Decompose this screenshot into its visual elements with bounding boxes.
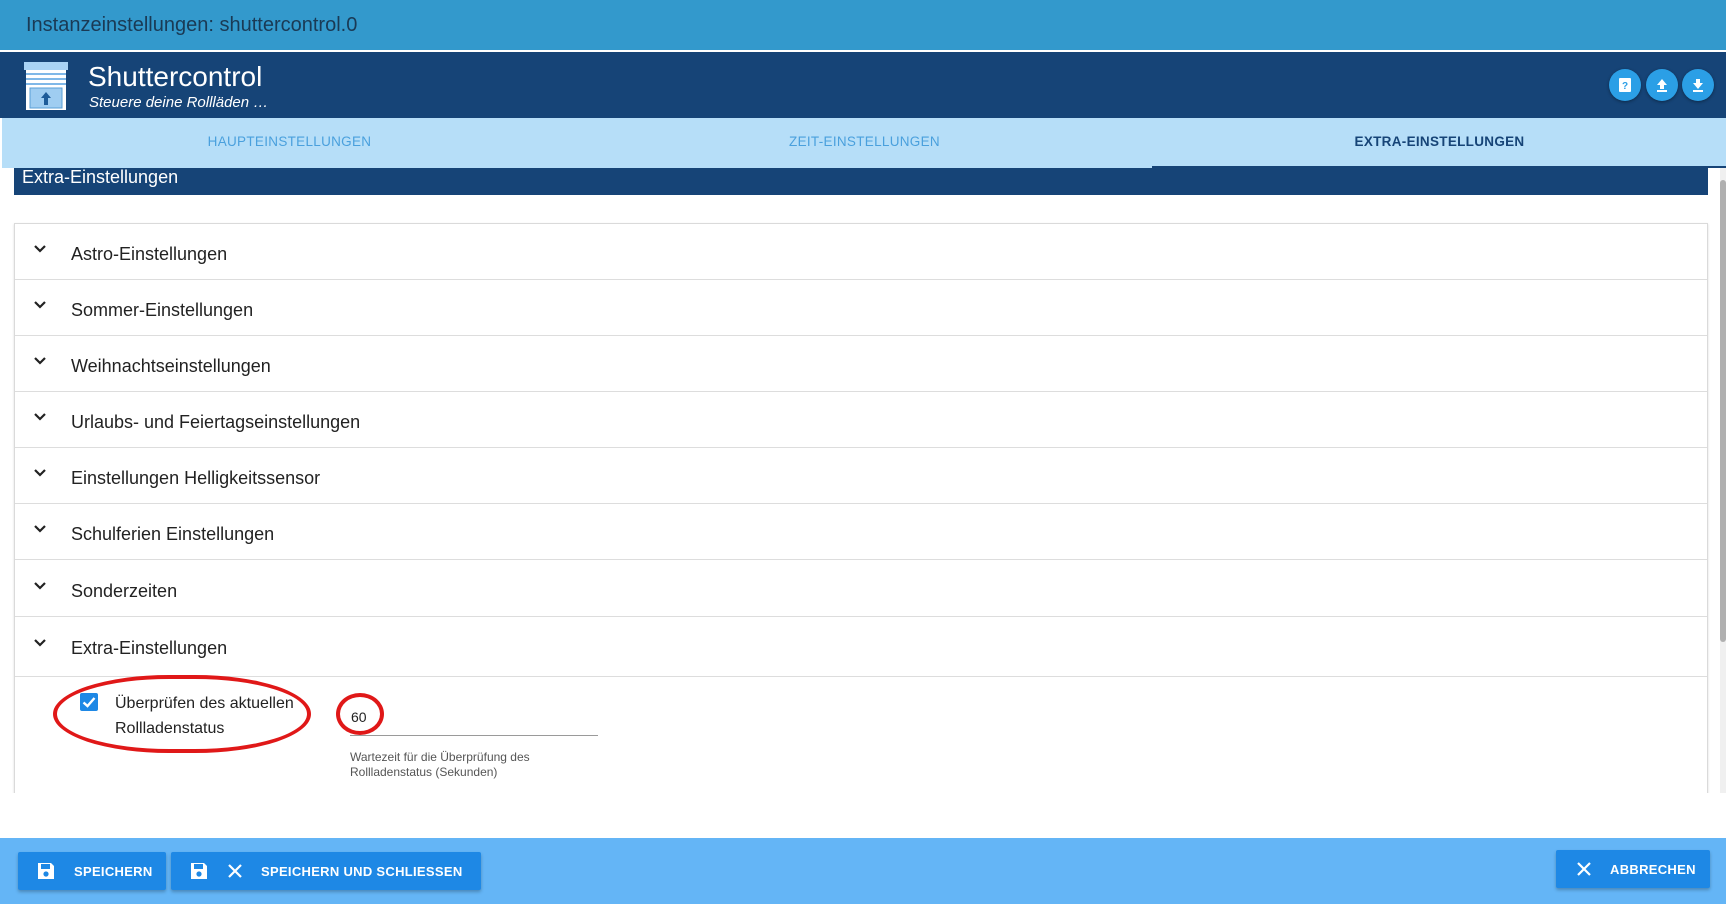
wait-time-helper-text: Wartezeit für die Überprüfung des Rollla… bbox=[350, 750, 530, 779]
app-subtitle: Steuere deine Rollläden … bbox=[89, 94, 269, 111]
accordion-item-extra[interactable]: Extra-Einstellungen bbox=[15, 618, 1707, 677]
accordion-item-label: Sommer-Einstellungen bbox=[71, 300, 254, 320]
chevron-down-icon bbox=[34, 469, 46, 477]
accordion-item-weihnachten[interactable]: Weihnachtseinstellungen bbox=[15, 336, 1707, 392]
annotation-circle bbox=[53, 675, 311, 753]
chevron-down-icon bbox=[34, 301, 46, 309]
app-name: Shuttercontrol bbox=[88, 61, 263, 92]
cancel-button[interactable]: ABBRECHEN bbox=[1556, 850, 1710, 888]
save-icon bbox=[38, 863, 54, 879]
extra-settings-panel: Überprüfen des aktuellen Rollladenstatus… bbox=[15, 675, 1707, 793]
accordion-item-urlaub[interactable]: Urlaubs- und Feiertagseinstellungen bbox=[15, 392, 1707, 448]
help-icon: ? bbox=[1619, 78, 1631, 92]
input-underline bbox=[350, 735, 598, 736]
save-button[interactable]: SPEICHERN bbox=[18, 852, 166, 890]
save-and-close-label: SPEICHERN UND SCHLIESSEN bbox=[261, 863, 463, 879]
accordion-item-schulferien[interactable]: Schulferien Einstellungen bbox=[15, 504, 1707, 560]
section-title: Extra-Einstellungen bbox=[14, 168, 1708, 195]
accordion-item-sonderzeiten[interactable]: Sonderzeiten bbox=[15, 561, 1707, 617]
bottom-edge bbox=[0, 904, 1726, 910]
accordion-item-label: Extra-Einstellungen bbox=[71, 638, 228, 658]
accordion-item-sommer[interactable]: Sommer-Einstellungen bbox=[15, 280, 1707, 336]
tab-haupteinstellungen[interactable]: HAUPTEINSTELLUNGEN bbox=[2, 118, 577, 168]
chevron-down-icon bbox=[34, 525, 46, 533]
tab-extra-einstellungen[interactable]: EXTRA-EINSTELLUNGEN bbox=[1152, 118, 1726, 168]
close-icon bbox=[1577, 862, 1591, 876]
window-titlebar: Instanzeinstellungen: shuttercontrol.0 bbox=[0, 0, 1726, 52]
close-icon bbox=[228, 864, 242, 878]
download-icon bbox=[1693, 79, 1703, 92]
app-header: Shuttercontrol Steuere deine Rollläden …… bbox=[0, 52, 1726, 118]
accordion-item-label: Einstellungen Helligkeitssensor bbox=[71, 468, 321, 488]
scrollbar-thumb[interactable] bbox=[1720, 180, 1726, 642]
upload-icon bbox=[1657, 79, 1667, 92]
chevron-down-icon bbox=[34, 357, 46, 365]
accordion-item-label: Weihnachtseinstellungen bbox=[71, 356, 271, 376]
help-button[interactable]: ? bbox=[1609, 69, 1641, 101]
accordion-item-label: Urlaubs- und Feiertagseinstellungen bbox=[71, 412, 361, 432]
accordion-item-label: Sonderzeiten bbox=[71, 581, 178, 601]
svg-text:?: ? bbox=[1622, 81, 1628, 92]
chevron-down-icon bbox=[34, 413, 46, 421]
chevron-down-icon bbox=[34, 582, 46, 590]
chevron-down-icon bbox=[34, 639, 46, 647]
annotation-circle bbox=[336, 693, 384, 735]
accordion-item-helligkeit[interactable]: Einstellungen Helligkeitssensor bbox=[15, 448, 1707, 504]
tab-bar: HAUPTEINSTELLUNGEN ZEIT-EINSTELLUNGEN EX… bbox=[0, 118, 1726, 168]
window-title: Instanzeinstellungen: shuttercontrol.0 bbox=[26, 14, 358, 36]
chevron-down-icon bbox=[34, 245, 46, 253]
download-button[interactable] bbox=[1682, 69, 1714, 101]
accordion-item-label: Schulferien Einstellungen bbox=[71, 524, 275, 544]
cancel-button-label: ABBRECHEN bbox=[1610, 861, 1696, 877]
shutter-logo-icon bbox=[24, 62, 68, 110]
main-content: Extra-Einstellungen Astro-Einstellungen … bbox=[0, 168, 1726, 793]
upload-button[interactable] bbox=[1646, 69, 1678, 101]
accordion-item-astro[interactable]: Astro-Einstellungen bbox=[15, 224, 1707, 280]
accordion-item-label: Astro-Einstellungen bbox=[71, 244, 228, 264]
save-and-close-button[interactable]: SPEICHERN UND SCHLIESSEN bbox=[171, 852, 481, 890]
tab-zeit-einstellungen[interactable]: ZEIT-EINSTELLUNGEN bbox=[577, 118, 1152, 168]
settings-accordion: Astro-Einstellungen Sommer-Einstellungen… bbox=[14, 223, 1708, 793]
save-icon bbox=[191, 863, 207, 879]
footer-bar: SPEICHERN SPEICHERN UND SCHLIESSEN ABBRE… bbox=[0, 838, 1726, 904]
save-button-label: SPEICHERN bbox=[74, 863, 153, 879]
